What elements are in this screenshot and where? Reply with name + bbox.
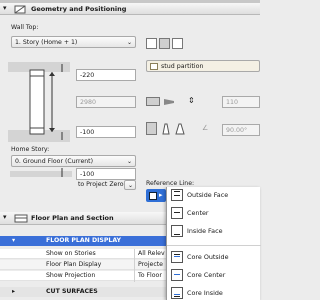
thickness-field[interactable]: 110: [222, 96, 260, 108]
column-divider: [134, 249, 135, 282]
project-zero-dropdown[interactable]: ⌄: [124, 180, 136, 190]
trapezoid-wall-icon[interactable]: [164, 98, 174, 106]
top-offset-field[interactable]: -220: [76, 69, 136, 81]
straight-wall-icon[interactable]: [146, 97, 160, 106]
home-story-label: Home Story:: [11, 146, 50, 153]
home-offset-field[interactable]: -100: [76, 168, 136, 180]
project-zero-label: to Project Zero: [78, 181, 124, 188]
wall-height-diagram: [8, 62, 70, 142]
expand-arrow-icon[interactable]: ▸: [12, 287, 15, 297]
outside-face-icon: [171, 189, 183, 201]
home-story-value: 0. Ground Floor (Current): [15, 158, 94, 165]
menu-item-core-inside[interactable]: Core Inside: [167, 285, 261, 300]
reference-line-label: Reference Line:: [146, 180, 195, 187]
move-icon[interactable]: ⇕: [188, 96, 195, 105]
collapse-arrow-icon[interactable]: ▾: [12, 236, 15, 246]
menu-item-label: Core Center: [187, 271, 226, 279]
reference-line-button[interactable]: ▸: [146, 189, 166, 202]
menu-item-center[interactable]: Center: [167, 205, 261, 223]
row-value[interactable]: All Relev: [138, 249, 165, 259]
stud-partition-field[interactable]: stud partition: [146, 60, 260, 72]
structure-type-group: [146, 38, 196, 51]
cut-surfaces-title: CUT SURFACES: [46, 288, 98, 295]
fill-swatch-icon: [150, 63, 158, 70]
basic-wall-icon[interactable]: [146, 38, 157, 49]
core-inside-icon: [171, 287, 183, 299]
menu-item-label: Center: [187, 209, 209, 217]
menu-item-label: Core Inside: [187, 289, 223, 297]
chevron-down-icon: ⌄: [126, 39, 132, 46]
center-icon: [171, 207, 183, 219]
row-name: Show Projection: [46, 272, 96, 279]
floor-plan-display-title: FLOOR PLAN DISPLAY: [46, 237, 122, 244]
wall-top-value: 1. Story (Home + 1): [15, 39, 78, 46]
menu-item-label: Outside Face: [187, 191, 229, 199]
geometry-section-header[interactable]: ▾ Geometry and Positioning: [0, 3, 260, 15]
menu-item-label: Inside Face: [187, 227, 223, 235]
floor-plan-icon: [14, 214, 28, 225]
menu-item-core-center[interactable]: Core Center: [167, 267, 261, 285]
wall-height-field[interactable]: 2980: [76, 96, 136, 108]
geometry-icon: [14, 5, 26, 14]
slanted-wall-icon[interactable]: [161, 123, 171, 137]
reference-line-icon: [149, 192, 157, 200]
angle-icon: ∠: [202, 124, 209, 132]
stud-partition-label: stud partition: [161, 63, 204, 70]
triangle-right-icon: ▸: [159, 191, 163, 199]
row-value[interactable]: Projecte: [138, 260, 163, 270]
row-name: Show on Stories: [46, 250, 96, 257]
collapse-arrow-icon[interactable]: ▾: [3, 4, 7, 12]
collapse-arrow-icon[interactable]: ▾: [3, 213, 7, 221]
bottom-offset-field[interactable]: -100: [76, 126, 136, 138]
wall-top-label: Wall Top:: [11, 24, 39, 31]
double-slanted-icon[interactable]: [175, 123, 185, 137]
chevron-down-icon: ⌄: [127, 182, 133, 189]
home-story-select[interactable]: 0. Ground Floor (Current) ⌄: [11, 155, 136, 167]
menu-item-inside-face[interactable]: Inside Face: [167, 223, 261, 241]
wall-top-select[interactable]: 1. Story (Home + 1) ⌄: [11, 36, 136, 48]
composite-wall-icon[interactable]: [159, 38, 170, 49]
profile-wall-icon[interactable]: [172, 38, 183, 49]
floor-plan-section-title: Floor Plan and Section: [31, 214, 114, 222]
reference-line-menu: Outside Face Center Inside Face Core Out…: [166, 187, 261, 300]
angle-field[interactable]: 90.00°: [222, 124, 260, 136]
menu-item-outside-face[interactable]: Outside Face: [167, 187, 261, 205]
row-name: Floor Plan Display: [46, 261, 102, 268]
core-center-icon: [171, 269, 183, 281]
menu-item-label: Core Outside: [187, 253, 229, 261]
menu-divider: [167, 245, 261, 246]
geometry-method-group: ⇕: [146, 96, 206, 109]
row-value[interactable]: To Floor: [138, 271, 162, 281]
wall-slant-group: ∠: [146, 122, 216, 136]
geometry-section-title: Geometry and Positioning: [31, 5, 127, 13]
chevron-down-icon: ⌄: [126, 158, 132, 165]
vertical-wall-icon[interactable]: [146, 122, 157, 135]
story-offset-diagram: [10, 168, 72, 178]
core-outside-icon: [171, 251, 183, 263]
inside-face-icon: [171, 225, 183, 237]
menu-item-core-outside[interactable]: Core Outside: [167, 249, 261, 267]
